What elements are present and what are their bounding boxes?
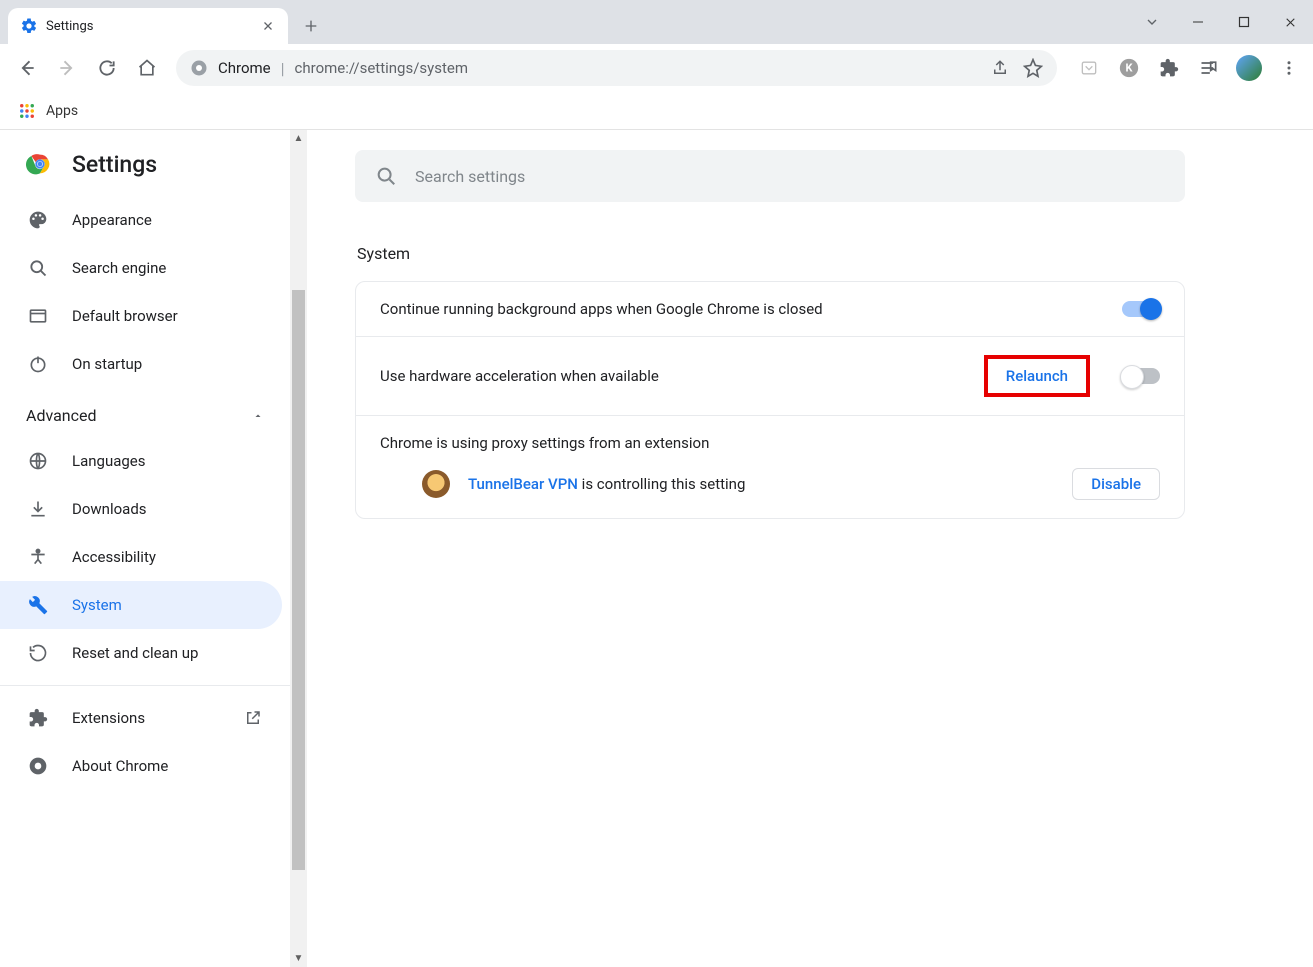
sidebar-item-downloads[interactable]: Downloads [0, 485, 282, 533]
sidebar-divider [0, 685, 290, 686]
sidebar-item-label: Default browser [72, 307, 178, 325]
sidebar-item-label: Search engine [72, 259, 166, 277]
sidebar-item-label: About Chrome [72, 757, 168, 775]
sidebar-item-accessibility[interactable]: Accessibility [0, 533, 282, 581]
browser-toolbar: Chrome | chrome://settings/system K [0, 44, 1313, 92]
address-bar[interactable]: Chrome | chrome://settings/system [176, 50, 1057, 86]
forward-button[interactable] [50, 51, 84, 85]
row-label: Continue running background apps when Go… [380, 300, 823, 318]
bookmarks-bar: Apps [0, 92, 1313, 130]
settings-sidebar: Settings Appearance Search engine Defaul… [0, 130, 290, 967]
extension-suffix: is controlling this setting [578, 475, 745, 493]
extensions-puzzle-icon[interactable] [1155, 54, 1183, 82]
chrome-logo-icon [26, 150, 54, 178]
sidebar-item-label: Downloads [72, 500, 147, 518]
home-button[interactable] [130, 51, 164, 85]
row-background-apps: Continue running background apps when Go… [356, 282, 1184, 337]
relaunch-highlight: Relaunch [984, 355, 1090, 397]
chrome-menu-icon[interactable] [1275, 54, 1303, 82]
extension-k-icon[interactable]: K [1115, 54, 1143, 82]
omnibox-separator: | [281, 59, 285, 78]
section-title-system: System [357, 244, 1257, 263]
sidebar-item-label: Extensions [72, 709, 145, 727]
sidebar-item-search-engine[interactable]: Search engine [0, 244, 282, 292]
sidebar-item-label: Appearance [72, 211, 152, 229]
reload-button[interactable] [90, 51, 124, 85]
proxy-message: Chrome is using proxy settings from an e… [380, 434, 709, 452]
tab-title: Settings [46, 19, 93, 34]
settings-main: Search settings System Continue running … [307, 130, 1313, 967]
sidebar-item-label: Languages [72, 452, 146, 470]
extension-link[interactable]: TunnelBear VPN [468, 475, 578, 493]
system-settings-card: Continue running background apps when Go… [355, 281, 1185, 519]
window-minimize-icon[interactable] [1175, 0, 1221, 44]
sidebar-item-system[interactable]: System [0, 581, 282, 629]
tab-search-icon[interactable] [1129, 0, 1175, 44]
sidebar-item-languages[interactable]: Languages [0, 437, 282, 485]
row-hardware-accel: Use hardware acceleration when available… [356, 337, 1184, 416]
proxy-extension-text: TunnelBear VPN is controlling this setti… [468, 475, 745, 493]
omnibox-url: chrome://settings/system [295, 59, 468, 77]
sidebar-advanced-toggle[interactable]: Advanced [0, 388, 290, 437]
settings-gear-icon [20, 17, 38, 35]
window-close-icon[interactable] [1267, 0, 1313, 44]
svg-text:K: K [1126, 62, 1134, 75]
bookmark-star-icon[interactable] [1023, 58, 1043, 78]
reading-list-icon[interactable] [1195, 54, 1223, 82]
sidebar-item-on-startup[interactable]: On startup [0, 340, 282, 388]
tunnelbear-icon [422, 470, 450, 498]
sidebar-item-label: System [72, 596, 122, 614]
relaunch-button[interactable]: Relaunch [992, 361, 1082, 391]
omnibox-scheme: Chrome [218, 59, 271, 77]
sidebar-item-label: Accessibility [72, 548, 156, 566]
disable-button[interactable]: Disable [1072, 468, 1160, 500]
new-tab-button[interactable] [296, 11, 326, 41]
search-placeholder: Search settings [415, 167, 525, 186]
window-maximize-icon[interactable] [1221, 0, 1267, 44]
apps-grid-icon[interactable] [18, 102, 36, 120]
browser-tab[interactable]: Settings [8, 8, 288, 44]
sidebar-item-default-browser[interactable]: Default browser [0, 292, 282, 340]
sidebar-item-appearance[interactable]: Appearance [0, 196, 282, 244]
advanced-label: Advanced [26, 406, 97, 425]
tab-strip: Settings [0, 0, 1313, 44]
sidebar-item-label: On startup [72, 355, 142, 373]
sidebar-item-extensions[interactable]: Extensions [0, 694, 282, 742]
apps-bookmark[interactable]: Apps [46, 103, 78, 119]
chevron-up-icon [252, 410, 264, 422]
search-settings-input[interactable]: Search settings [355, 150, 1185, 202]
back-button[interactable] [10, 51, 44, 85]
scroll-down-icon[interactable]: ▼ [290, 950, 307, 967]
sidebar-title: Settings [72, 151, 157, 178]
sidebar-item-label: Reset and clean up [72, 644, 198, 662]
toggle-hardware-accel[interactable] [1122, 368, 1160, 384]
toggle-background-apps[interactable] [1122, 301, 1160, 317]
external-link-icon [244, 709, 262, 727]
sidebar-item-reset[interactable]: Reset and clean up [0, 629, 282, 677]
profile-avatar[interactable] [1235, 54, 1263, 82]
row-proxy: Chrome is using proxy settings from an e… [356, 416, 1184, 518]
sidebar-item-about[interactable]: About Chrome [0, 742, 282, 790]
site-info-icon[interactable] [190, 59, 208, 77]
scroll-up-icon[interactable]: ▲ [290, 130, 307, 147]
sidebar-scrollbar[interactable]: ▲ ▼ [290, 130, 307, 967]
pocket-icon[interactable] [1075, 54, 1103, 82]
scrollbar-thumb[interactable] [292, 290, 305, 870]
search-icon [375, 165, 397, 187]
tab-close-icon[interactable] [260, 18, 276, 34]
row-label: Use hardware acceleration when available [380, 367, 659, 385]
share-icon[interactable] [991, 59, 1009, 77]
